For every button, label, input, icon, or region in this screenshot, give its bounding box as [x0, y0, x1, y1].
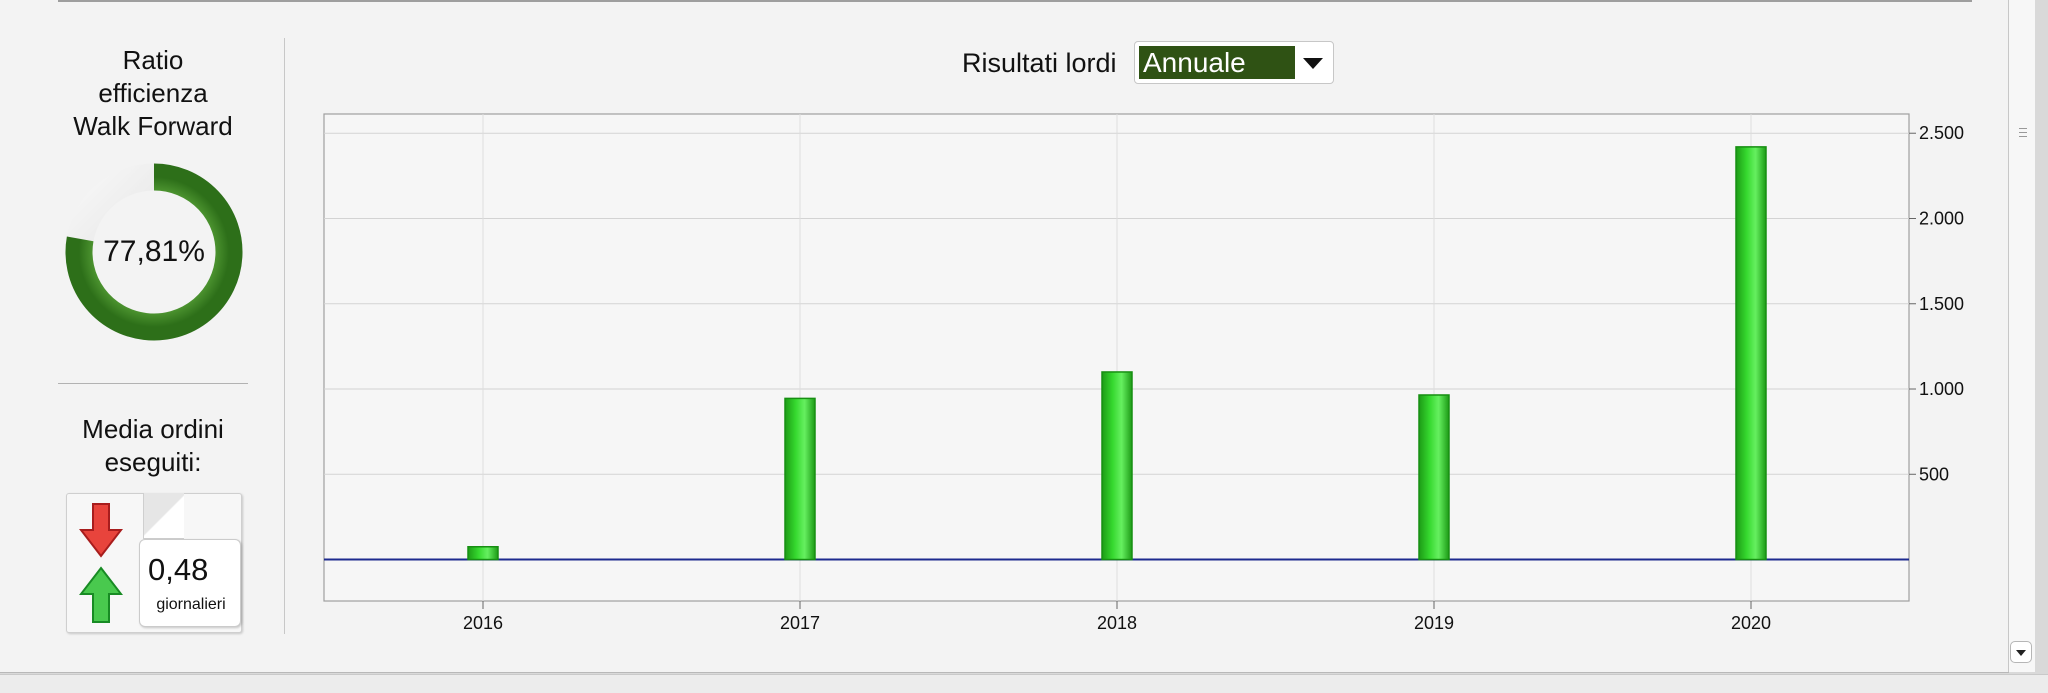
x-tick-label: 2020 [1731, 613, 1771, 633]
y-axis-labels: 500 1.000 1.500 2.000 2.500 [1919, 123, 1964, 484]
y-tick-label: 500 [1919, 464, 1949, 484]
y-tick-label: 2.000 [1919, 208, 1964, 228]
bottom-strip [0, 674, 2048, 693]
bar-2020 [1735, 146, 1767, 561]
x-axis-labels: 2016 2017 2018 2019 2020 [463, 613, 1771, 633]
y-tick-label: 2.500 [1919, 123, 1964, 143]
x-tick-label: 2018 [1097, 613, 1137, 633]
bar-2016 [467, 545, 499, 561]
x-tick-label: 2017 [780, 613, 820, 633]
x-tick-label: 2016 [463, 613, 503, 633]
y-tick-label: 1.500 [1919, 294, 1964, 314]
gross-results-chart: 2016 2017 2018 2019 2020 500 1.000 1.500 2.000 2… [323, 113, 1964, 633]
bar-2017 [784, 397, 816, 561]
bar-2019 [1418, 394, 1450, 561]
vertical-scrollbar[interactable] [2008, 0, 2035, 672]
gross-results-chart-area: 2016 2017 2018 2019 2020 500 1.000 1.500 2.000 2… [0, 0, 2008, 672]
x-tick-label: 2019 [1414, 613, 1454, 633]
scroll-down-button[interactable] [2010, 641, 2032, 663]
y-tick-label: 1.000 [1919, 379, 1964, 399]
scroll-grip-icon [2019, 128, 2027, 140]
bar-2018 [1101, 371, 1133, 561]
